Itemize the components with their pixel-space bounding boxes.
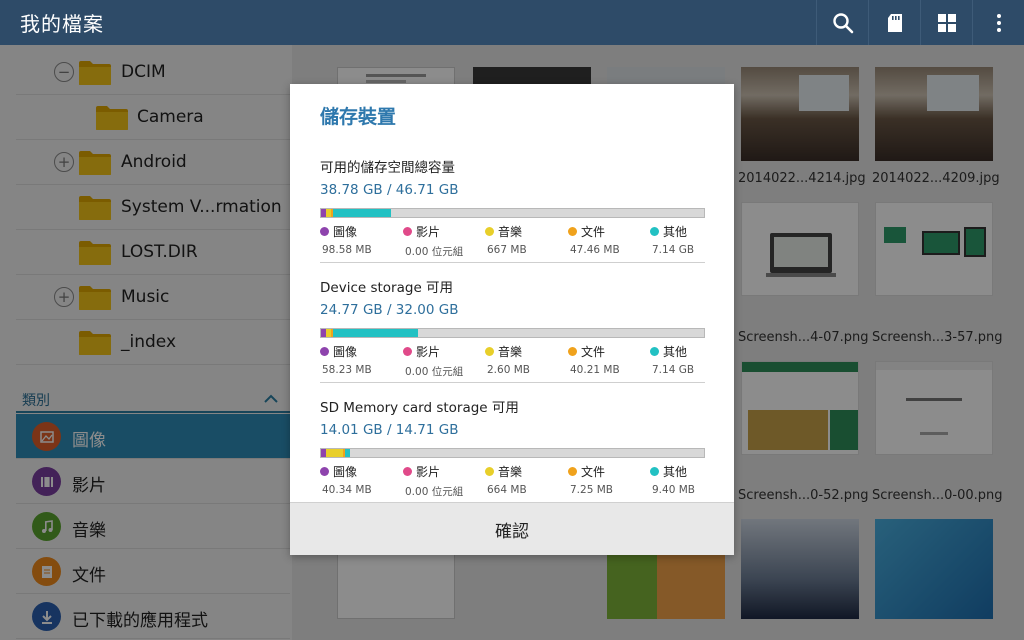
action-bar: 我的檔案 — [0, 0, 1024, 45]
music-dot — [485, 347, 494, 356]
legend-size: 9.40 MB — [652, 484, 695, 496]
legend-size: 98.58 MB — [322, 244, 372, 256]
music-dot — [485, 467, 494, 476]
sd-card-icon[interactable] — [868, 0, 920, 45]
usage-segment — [333, 209, 391, 217]
legend-size: 0.00 位元組 — [405, 246, 464, 258]
legend-label: 圖像 — [333, 465, 358, 479]
legend-size: 40.21 MB — [570, 364, 620, 376]
images-dot — [320, 227, 329, 236]
legend-label: 圖像 — [333, 225, 358, 239]
legend-size: 0.00 位元組 — [405, 486, 464, 498]
usage-bar — [320, 448, 705, 458]
storage-name: 可用的儲存空間總容量 — [320, 160, 455, 176]
others-dot — [650, 467, 659, 476]
usage-segment — [325, 449, 343, 457]
legend: 圖像 40.34 MB 影片 0.00 位元組 音樂 664 MB 文件 7.2… — [320, 463, 705, 499]
divider — [320, 382, 705, 383]
legend: 圖像 98.58 MB 影片 0.00 位元組 音樂 667 MB 文件 47.… — [320, 223, 705, 259]
storage-section: SD Memory card storage 可用 14.01 GB / 14.… — [320, 396, 705, 499]
legend-size: 664 MB — [487, 484, 527, 496]
dialog-title: 儲存裝置 — [320, 106, 397, 128]
legend-size: 40.34 MB — [322, 484, 372, 496]
legend-size: 667 MB — [487, 244, 527, 256]
storage-section: Device storage 可用 24.77 GB / 32.00 GB 圖像… — [320, 276, 705, 379]
others-dot — [650, 347, 659, 356]
legend-size: 2.60 MB — [487, 364, 530, 376]
documents-dot — [568, 347, 577, 356]
storage-name: Device storage 可用 — [320, 280, 454, 296]
legend-size: 7.14 GB — [652, 244, 695, 256]
search-icon[interactable] — [816, 0, 868, 45]
legend-label: 文件 — [581, 345, 606, 359]
legend-item: 音樂 664 MB — [485, 463, 565, 496]
storage-value: 24.77 GB / 32.00 GB — [320, 302, 459, 318]
legend-item: 音樂 667 MB — [485, 223, 565, 256]
legend-label: 文件 — [581, 465, 606, 479]
legend-label: 其他 — [663, 345, 688, 359]
images-dot — [320, 467, 329, 476]
usage-segment — [344, 449, 350, 457]
more-vert-icon[interactable] — [972, 0, 1024, 45]
legend: 圖像 58.23 MB 影片 0.00 位元組 音樂 2.60 MB 文件 40… — [320, 343, 705, 379]
videos-dot — [403, 467, 412, 476]
grid-view-icon[interactable] — [920, 0, 972, 45]
legend-item: 圖像 58.23 MB — [320, 343, 400, 376]
storage-value: 38.78 GB / 46.71 GB — [320, 182, 459, 198]
documents-dot — [568, 467, 577, 476]
legend-label: 音樂 — [498, 345, 523, 359]
legend-label: 音樂 — [498, 465, 523, 479]
storage-section: 可用的儲存空間總容量 38.78 GB / 46.71 GB 圖像 98.58 … — [320, 156, 705, 259]
legend-label: 其他 — [663, 465, 688, 479]
storage-name: SD Memory card storage 可用 — [320, 400, 519, 416]
legend-item: 其他 7.14 GB — [650, 343, 730, 376]
storage-value: 14.01 GB / 14.71 GB — [320, 422, 459, 438]
legend-size: 7.25 MB — [570, 484, 613, 496]
usage-bar — [320, 208, 705, 218]
legend-item: 文件 7.25 MB — [568, 463, 648, 496]
legend-item: 圖像 98.58 MB — [320, 223, 400, 256]
legend-item: 其他 9.40 MB — [650, 463, 730, 496]
usage-segment — [333, 329, 418, 337]
legend-item: 文件 47.46 MB — [568, 223, 648, 256]
legend-item: 影片 0.00 位元組 — [403, 343, 483, 379]
videos-dot — [403, 347, 412, 356]
videos-dot — [403, 227, 412, 236]
legend-item: 音樂 2.60 MB — [485, 343, 565, 376]
legend-label: 其他 — [663, 225, 688, 239]
legend-size: 7.14 GB — [652, 364, 695, 376]
legend-item: 圖像 40.34 MB — [320, 463, 400, 496]
legend-label: 音樂 — [498, 225, 523, 239]
legend-size: 47.46 MB — [570, 244, 620, 256]
legend-label: 影片 — [416, 345, 441, 359]
legend-item: 其他 7.14 GB — [650, 223, 730, 256]
documents-dot — [568, 227, 577, 236]
legend-item: 影片 0.00 位元組 — [403, 223, 483, 259]
legend-label: 影片 — [416, 465, 441, 479]
app-title: 我的檔案 — [20, 12, 104, 36]
legend-label: 圖像 — [333, 345, 358, 359]
usage-bar — [320, 328, 705, 338]
divider — [320, 262, 705, 263]
legend-size: 0.00 位元組 — [405, 366, 464, 378]
storage-dialog: 儲存裝置 可用的儲存空間總容量 38.78 GB / 46.71 GB 圖像 9… — [290, 84, 734, 555]
images-dot — [320, 347, 329, 356]
confirm-button[interactable]: 確認 — [290, 502, 734, 555]
legend-label: 文件 — [581, 225, 606, 239]
music-dot — [485, 227, 494, 236]
legend-item: 文件 40.21 MB — [568, 343, 648, 376]
others-dot — [650, 227, 659, 236]
legend-item: 影片 0.00 位元組 — [403, 463, 483, 499]
legend-label: 影片 — [416, 225, 441, 239]
legend-size: 58.23 MB — [322, 364, 372, 376]
